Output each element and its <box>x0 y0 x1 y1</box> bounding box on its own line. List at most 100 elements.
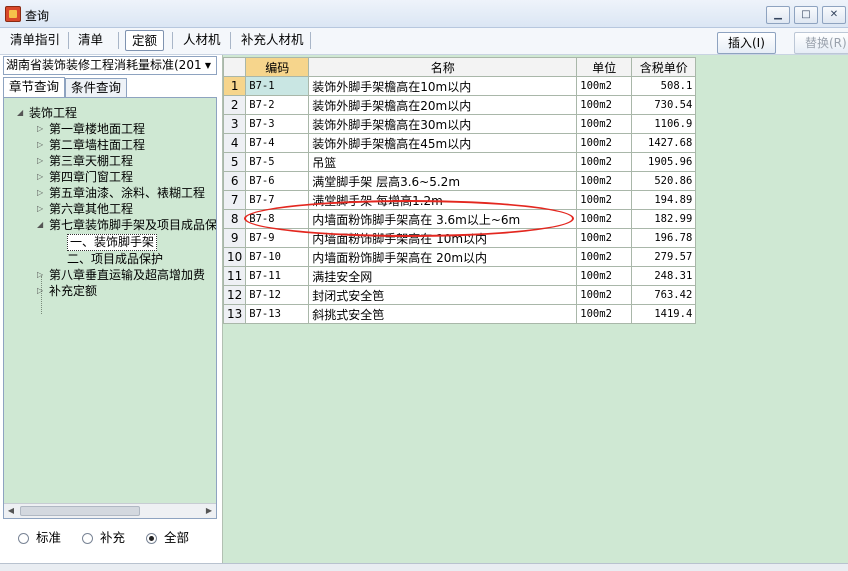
unit-cell[interactable]: 100m2 <box>576 114 633 134</box>
unit-cell[interactable]: 100m2 <box>576 171 633 191</box>
price-cell[interactable]: 279.57 <box>631 247 697 267</box>
name-cell[interactable]: 满堂脚手架 层高3.6~5.2m <box>308 171 578 191</box>
table-row[interactable]: 3 B7-3 装饰外脚手架檐高在30m以内 100m2 1106.9 <box>222 114 697 134</box>
column-header-price[interactable]: 含税单价 <box>631 57 697 77</box>
row-number-cell[interactable]: 10 <box>222 247 247 267</box>
row-number-cell[interactable]: 11 <box>222 266 247 286</box>
tree-horizontal-scrollbar[interactable]: ◀ ▶ <box>4 503 216 518</box>
table-row[interactable]: 12 B7-12 封闭式安全笆 100m2 763.42 <box>222 285 697 305</box>
expanded-arrow-icon[interactable]: ◢ <box>37 217 47 233</box>
radio-circle-icon[interactable] <box>18 533 29 544</box>
code-cell[interactable]: B7-4 <box>245 133 310 153</box>
minimize-button[interactable]: ▁ <box>766 6 790 24</box>
unit-cell[interactable]: 100m2 <box>576 228 633 248</box>
scroll-thumb[interactable] <box>20 506 140 516</box>
unit-cell[interactable]: 100m2 <box>576 95 633 115</box>
chevron-down-icon[interactable]: ▼ <box>201 58 215 73</box>
tab-chapter-query[interactable]: 章节查询 <box>3 77 66 97</box>
name-cell[interactable]: 满堂脚手架 每增高1.2m <box>308 190 578 210</box>
name-cell[interactable]: 封闭式安全笆 <box>308 285 578 305</box>
tab-labor-material[interactable]: 人材机 <box>177 30 227 51</box>
table-row[interactable]: 6 B7-6 满堂脚手架 层高3.6~5.2m 100m2 520.86 <box>222 171 697 191</box>
replace-button[interactable]: 替换(R) <box>794 32 848 54</box>
name-cell[interactable]: 满挂安全网 <box>308 266 578 286</box>
name-cell[interactable]: 吊篮 <box>308 152 578 172</box>
price-cell[interactable]: 730.54 <box>631 95 697 115</box>
table-row[interactable]: 8 B7-8 内墙面粉饰脚手架高在 3.6m以上~6m 100m2 182.99 <box>222 209 697 229</box>
name-cell[interactable]: 装饰外脚手架檐高在30m以内 <box>308 114 578 134</box>
code-cell[interactable]: B7-2 <box>245 95 310 115</box>
unit-cell[interactable]: 100m2 <box>576 76 633 96</box>
table-row[interactable]: 9 B7-9 内墙面粉饰脚手架高在 10m以内 100m2 196.78 <box>222 228 697 248</box>
table-row[interactable]: 10 B7-10 内墙面粉饰脚手架高在 20m以内 100m2 279.57 <box>222 247 697 267</box>
table-row[interactable]: 5 B7-5 吊篮 100m2 1905.96 <box>222 152 697 172</box>
price-cell[interactable]: 194.89 <box>631 190 697 210</box>
table-row[interactable]: 13 B7-13 斜挑式安全笆 100m2 1419.4 <box>222 304 697 324</box>
collapsed-arrow-icon[interactable]: ▷ <box>37 185 47 201</box>
collapsed-arrow-icon[interactable]: ▷ <box>37 169 47 185</box>
row-number-cell[interactable]: 12 <box>222 285 247 305</box>
row-number-cell[interactable]: 7 <box>222 190 247 210</box>
tab-quota[interactable]: 定额 <box>125 30 165 51</box>
table-row[interactable]: 11 B7-11 满挂安全网 100m2 248.31 <box>222 266 697 286</box>
unit-cell[interactable]: 100m2 <box>576 152 633 172</box>
collapsed-arrow-icon[interactable]: ▷ <box>37 153 47 169</box>
name-cell[interactable]: 装饰外脚手架檐高在20m以内 <box>308 95 578 115</box>
code-cell[interactable]: B7-1 <box>245 76 310 96</box>
row-number-cell[interactable]: 3 <box>222 114 247 134</box>
insert-button[interactable]: 插入(I) <box>717 32 776 54</box>
close-button[interactable]: ✕ <box>822 6 846 24</box>
row-number-cell[interactable]: 13 <box>222 304 247 324</box>
row-number-cell[interactable]: 6 <box>222 171 247 191</box>
row-number-cell[interactable]: 5 <box>222 152 247 172</box>
table-row[interactable]: 1 B7-1 装饰外脚手架檐高在10m以内 100m2 508.1 <box>222 76 697 96</box>
tab-supplement-material[interactable]: 补充人材机 <box>235 30 310 51</box>
name-cell[interactable]: 装饰外脚手架檐高在10m以内 <box>308 76 578 96</box>
collapsed-arrow-icon[interactable]: ▷ <box>37 267 47 283</box>
price-cell[interactable]: 248.31 <box>631 266 697 286</box>
table-row[interactable]: 4 B7-4 装饰外脚手架檐高在45m以内 100m2 1427.68 <box>222 133 697 153</box>
column-header-code[interactable]: 编码 <box>245 57 310 77</box>
name-cell[interactable]: 内墙面粉饰脚手架高在 10m以内 <box>308 228 578 248</box>
collapsed-arrow-icon[interactable]: ▷ <box>37 137 47 153</box>
price-cell[interactable]: 763.42 <box>631 285 697 305</box>
name-cell[interactable]: 内墙面粉饰脚手架高在 3.6m以上~6m <box>308 209 578 229</box>
price-cell[interactable]: 1905.96 <box>631 152 697 172</box>
name-cell[interactable]: 内墙面粉饰脚手架高在 20m以内 <box>308 247 578 267</box>
table-row[interactable]: 7 B7-7 满堂脚手架 每增高1.2m 100m2 194.89 <box>222 190 697 210</box>
scroll-right-icon[interactable]: ▶ <box>202 504 216 518</box>
maximize-button[interactable]: □ <box>794 6 818 24</box>
collapsed-arrow-icon[interactable]: ▷ <box>37 201 47 217</box>
unit-cell[interactable]: 100m2 <box>576 209 633 229</box>
code-cell[interactable]: B7-12 <box>245 285 310 305</box>
price-cell[interactable]: 1427.68 <box>631 133 697 153</box>
column-header-name[interactable]: 名称 <box>308 57 578 77</box>
row-number-cell[interactable]: 4 <box>222 133 247 153</box>
code-cell[interactable]: B7-7 <box>245 190 310 210</box>
unit-cell[interactable]: 100m2 <box>576 190 633 210</box>
scroll-left-icon[interactable]: ◀ <box>4 504 18 518</box>
code-cell[interactable]: B7-10 <box>245 247 310 267</box>
price-cell[interactable]: 1419.4 <box>631 304 697 324</box>
code-cell[interactable]: B7-9 <box>245 228 310 248</box>
collapsed-arrow-icon[interactable]: ▷ <box>37 121 47 137</box>
code-cell[interactable]: B7-3 <box>245 114 310 134</box>
radio-circle-icon[interactable] <box>82 533 93 544</box>
unit-cell[interactable]: 100m2 <box>576 133 633 153</box>
code-cell[interactable]: B7-13 <box>245 304 310 324</box>
code-cell[interactable]: B7-6 <box>245 171 310 191</box>
unit-cell[interactable]: 100m2 <box>576 285 633 305</box>
unit-cell[interactable]: 100m2 <box>576 304 633 324</box>
collapsed-arrow-icon[interactable]: ▷ <box>37 283 47 299</box>
code-cell[interactable]: B7-8 <box>245 209 310 229</box>
tab-condition-query[interactable]: 条件查询 <box>65 78 128 97</box>
tab-bill-guide[interactable]: 清单指引 <box>4 30 66 51</box>
name-cell[interactable]: 装饰外脚手架檐高在45m以内 <box>308 133 578 153</box>
standard-select[interactable]: 湖南省装饰装修工程消耗量标准(201 ▼ <box>3 56 217 75</box>
expanded-arrow-icon[interactable]: ◢ <box>17 105 27 121</box>
tab-bill[interactable]: 清单 <box>72 30 109 51</box>
code-cell[interactable]: B7-11 <box>245 266 310 286</box>
price-cell[interactable]: 508.1 <box>631 76 697 96</box>
row-number-cell[interactable]: 9 <box>222 228 247 248</box>
unit-cell[interactable]: 100m2 <box>576 266 633 286</box>
